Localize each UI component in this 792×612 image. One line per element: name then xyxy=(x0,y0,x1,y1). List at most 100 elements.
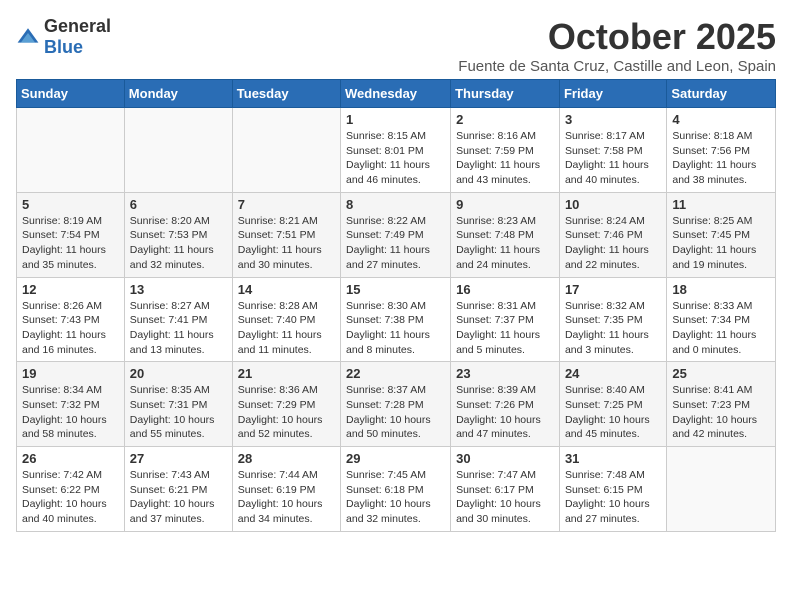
calendar-cell: 2Sunrise: 8:16 AM Sunset: 7:59 PM Daylig… xyxy=(451,108,560,193)
title-block: October 2025 Fuente de Santa Cruz, Casti… xyxy=(458,16,776,75)
day-info: Sunrise: 8:17 AM Sunset: 7:58 PM Dayligh… xyxy=(565,129,661,188)
day-info: Sunrise: 8:24 AM Sunset: 7:46 PM Dayligh… xyxy=(565,214,661,273)
day-info: Sunrise: 8:26 AM Sunset: 7:43 PM Dayligh… xyxy=(22,299,119,358)
day-info: Sunrise: 8:32 AM Sunset: 7:35 PM Dayligh… xyxy=(565,299,661,358)
calendar-cell: 4 Sunrise: 8:18 AM Sunset: 7:56 PM Daylig… xyxy=(667,108,776,193)
day-info: Sunrise: 8:34 AM Sunset: 7:32 PM Dayligh… xyxy=(22,383,119,442)
calendar-cell: 14Sunrise: 8:28 AM Sunset: 7:40 PM Dayli… xyxy=(232,277,340,362)
day-info: Sunrise: 8:22 AM Sunset: 7:49 PM Dayligh… xyxy=(346,214,445,273)
day-info: Sunrise: 8:16 AM Sunset: 7:59 PM Dayligh… xyxy=(456,129,554,188)
calendar-cell: 31Sunrise: 7:48 AM Sunset: 6:15 PM Dayli… xyxy=(559,447,666,532)
header-day-sunday: Sunday xyxy=(17,80,125,108)
calendar-cell: 29 Sunrise: 7:45 AM Sunset: 6:18 PM Dayli… xyxy=(341,447,451,532)
day-number: 12 xyxy=(22,282,119,297)
calendar-cell: 21 Sunrise: 8:36 AM Sunset: 7:29 PM Dayli… xyxy=(232,362,340,447)
day-info: Sunrise: 7:48 AM Sunset: 6:15 PM Dayligh… xyxy=(565,468,661,527)
week-row-1: 1 Sunrise: 8:15 AM Sunset: 8:01 PM Daylig… xyxy=(17,108,776,193)
calendar-cell xyxy=(124,108,232,193)
calendar-cell: 26 Sunrise: 7:42 AM Sunset: 6:22 PM Dayli… xyxy=(17,447,125,532)
day-number: 10 xyxy=(565,197,661,212)
day-number: 3 xyxy=(565,112,661,127)
day-info: Sunrise: 8:37 AM Sunset: 7:28 PM Dayligh… xyxy=(346,383,445,442)
day-info: Sunrise: 8:20 AM Sunset: 7:53 PM Dayligh… xyxy=(130,214,227,273)
day-number: 26 xyxy=(22,451,119,466)
day-info: Sunrise: 7:42 AM Sunset: 6:22 PM Dayligh… xyxy=(22,468,119,527)
calendar-cell: 20Sunrise: 8:35 AM Sunset: 7:31 PM Dayli… xyxy=(124,362,232,447)
calendar-cell: 1 Sunrise: 8:15 AM Sunset: 8:01 PM Daylig… xyxy=(341,108,451,193)
day-info: Sunrise: 8:27 AM Sunset: 7:41 PM Dayligh… xyxy=(130,299,227,358)
day-info: Sunrise: 8:21 AM Sunset: 7:51 PM Dayligh… xyxy=(238,214,335,273)
day-number: 14 xyxy=(238,282,335,297)
calendar-cell: 3 Sunrise: 8:17 AM Sunset: 7:58 PM Daylig… xyxy=(559,108,666,193)
day-info: Sunrise: 7:44 AM Sunset: 6:19 PM Dayligh… xyxy=(238,468,335,527)
day-number: 13 xyxy=(130,282,227,297)
calendar-cell: 30 Sunrise: 7:47 AM Sunset: 6:17 PM Dayli… xyxy=(451,447,560,532)
day-number: 6 xyxy=(130,197,227,212)
calendar-cell: 13 Sunrise: 8:27 AM Sunset: 7:41 PM Dayli… xyxy=(124,277,232,362)
header-day-thursday: Thursday xyxy=(451,80,560,108)
day-number: 1 xyxy=(346,112,445,127)
header-day-friday: Friday xyxy=(559,80,666,108)
day-number: 11 xyxy=(672,197,770,212)
day-number: 23 xyxy=(456,366,554,381)
day-info: Sunrise: 8:30 AM Sunset: 7:38 PM Dayligh… xyxy=(346,299,445,358)
calendar-cell: 16Sunrise: 8:31 AM Sunset: 7:37 PM Dayli… xyxy=(451,277,560,362)
day-number: 30 xyxy=(456,451,554,466)
day-info: Sunrise: 8:39 AM Sunset: 7:26 PM Dayligh… xyxy=(456,383,554,442)
calendar-cell xyxy=(17,108,125,193)
calendar-cell: 10 Sunrise: 8:24 AM Sunset: 7:46 PM Dayli… xyxy=(559,192,666,277)
day-info: Sunrise: 8:15 AM Sunset: 8:01 PM Dayligh… xyxy=(346,129,445,188)
week-row-2: 5Sunrise: 8:19 AM Sunset: 7:54 PM Daylig… xyxy=(17,192,776,277)
calendar-cell: 7 Sunrise: 8:21 AM Sunset: 7:51 PM Daylig… xyxy=(232,192,340,277)
calendar-cell: 12 Sunrise: 8:26 AM Sunset: 7:43 PM Dayli… xyxy=(17,277,125,362)
logo: General Blue xyxy=(16,16,111,58)
calendar-header: SundayMondayTuesdayWednesdayThursdayFrid… xyxy=(17,80,776,108)
day-info: Sunrise: 8:41 AM Sunset: 7:23 PM Dayligh… xyxy=(672,383,770,442)
calendar-cell: 8Sunrise: 8:22 AM Sunset: 7:49 PM Daylig… xyxy=(341,192,451,277)
header-day-tuesday: Tuesday xyxy=(232,80,340,108)
calendar-cell: 19 Sunrise: 8:34 AM Sunset: 7:32 PM Dayli… xyxy=(17,362,125,447)
day-number: 20 xyxy=(130,366,227,381)
day-info: Sunrise: 8:19 AM Sunset: 7:54 PM Dayligh… xyxy=(22,214,119,273)
day-number: 9 xyxy=(456,197,554,212)
calendar-table: SundayMondayTuesdayWednesdayThursdayFrid… xyxy=(16,79,776,532)
calendar-cell: 22Sunrise: 8:37 AM Sunset: 7:28 PM Dayli… xyxy=(341,362,451,447)
logo-icon xyxy=(16,25,40,49)
day-info: Sunrise: 8:36 AM Sunset: 7:29 PM Dayligh… xyxy=(238,383,335,442)
day-number: 7 xyxy=(238,197,335,212)
day-info: Sunrise: 7:47 AM Sunset: 6:17 PM Dayligh… xyxy=(456,468,554,527)
location-subtitle: Fuente de Santa Cruz, Castille and Leon,… xyxy=(458,58,776,75)
month-title: October 2025 xyxy=(458,16,776,58)
header-day-wednesday: Wednesday xyxy=(341,80,451,108)
calendar-cell: 24Sunrise: 8:40 AM Sunset: 7:25 PM Dayli… xyxy=(559,362,666,447)
day-number: 4 xyxy=(672,112,770,127)
day-info: Sunrise: 7:45 AM Sunset: 6:18 PM Dayligh… xyxy=(346,468,445,527)
calendar-cell: 25Sunrise: 8:41 AM Sunset: 7:23 PM Dayli… xyxy=(667,362,776,447)
day-number: 29 xyxy=(346,451,445,466)
day-info: Sunrise: 7:43 AM Sunset: 6:21 PM Dayligh… xyxy=(130,468,227,527)
day-info: Sunrise: 8:18 AM Sunset: 7:56 PM Dayligh… xyxy=(672,129,770,188)
calendar-cell: 5Sunrise: 8:19 AM Sunset: 7:54 PM Daylig… xyxy=(17,192,125,277)
calendar-cell: 28 Sunrise: 7:44 AM Sunset: 6:19 PM Dayli… xyxy=(232,447,340,532)
calendar-cell xyxy=(232,108,340,193)
calendar-cell: 11Sunrise: 8:25 AM Sunset: 7:45 PM Dayli… xyxy=(667,192,776,277)
page-header: General Blue October 2025 Fuente de Sant… xyxy=(16,16,776,75)
week-row-3: 12 Sunrise: 8:26 AM Sunset: 7:43 PM Dayli… xyxy=(17,277,776,362)
day-number: 19 xyxy=(22,366,119,381)
day-number: 18 xyxy=(672,282,770,297)
calendar-cell: 17 Sunrise: 8:32 AM Sunset: 7:35 PM Dayli… xyxy=(559,277,666,362)
day-number: 16 xyxy=(456,282,554,297)
day-number: 28 xyxy=(238,451,335,466)
calendar-cell: 23 Sunrise: 8:39 AM Sunset: 7:26 PM Dayli… xyxy=(451,362,560,447)
day-info: Sunrise: 8:40 AM Sunset: 7:25 PM Dayligh… xyxy=(565,383,661,442)
calendar-cell: 6 Sunrise: 8:20 AM Sunset: 7:53 PM Daylig… xyxy=(124,192,232,277)
header-day-saturday: Saturday xyxy=(667,80,776,108)
day-info: Sunrise: 8:33 AM Sunset: 7:34 PM Dayligh… xyxy=(672,299,770,358)
calendar-cell: 27Sunrise: 7:43 AM Sunset: 6:21 PM Dayli… xyxy=(124,447,232,532)
day-number: 21 xyxy=(238,366,335,381)
header-day-monday: Monday xyxy=(124,80,232,108)
calendar-body: 1 Sunrise: 8:15 AM Sunset: 8:01 PM Daylig… xyxy=(17,108,776,532)
header-row: SundayMondayTuesdayWednesdayThursdayFrid… xyxy=(17,80,776,108)
day-number: 17 xyxy=(565,282,661,297)
week-row-5: 26 Sunrise: 7:42 AM Sunset: 6:22 PM Dayli… xyxy=(17,447,776,532)
